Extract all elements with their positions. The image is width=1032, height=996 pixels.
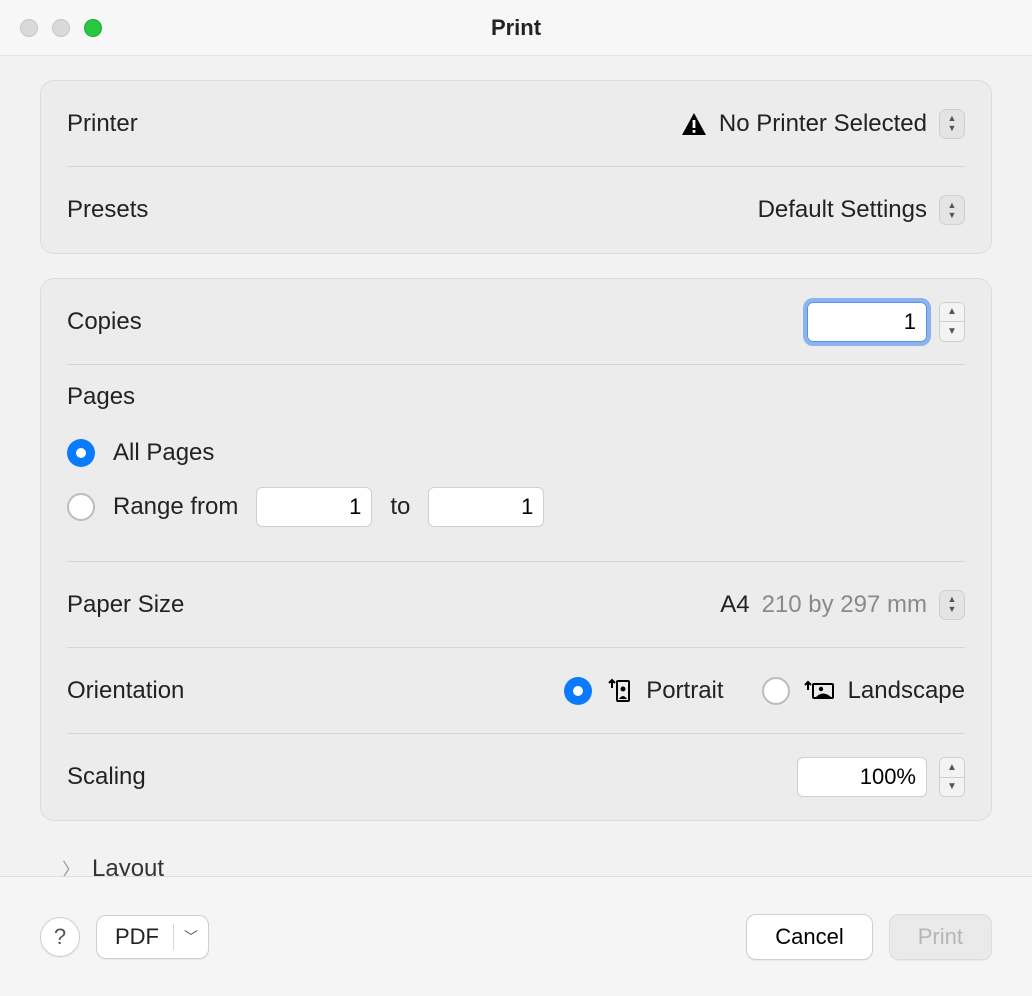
landscape-label: Landscape	[848, 677, 965, 705]
copies-label: Copies	[67, 308, 142, 336]
orientation-portrait-option[interactable]: Portrait	[564, 677, 723, 705]
range-start-input[interactable]	[256, 487, 372, 527]
printer-row: Printer No Printer Selected	[67, 81, 965, 167]
presets-label: Presets	[67, 196, 148, 224]
printer-label: Printer	[67, 110, 138, 138]
orientation-row: Orientation Portrait	[67, 648, 965, 734]
all-pages-label: All Pages	[113, 439, 214, 467]
range-to-label: to	[390, 493, 410, 521]
stepper-up-icon: ▲	[940, 303, 964, 323]
copies-row: Copies ▲ ▼	[67, 279, 965, 365]
radio-all-pages[interactable]	[67, 439, 95, 467]
range-end-input[interactable]	[428, 487, 544, 527]
paper-size-row: Paper Size A4 210 by 297 mm	[67, 562, 965, 648]
options-panel: Copies ▲ ▼ Pages All Pages Range from to	[40, 278, 992, 821]
pages-range-row[interactable]: Range from to	[67, 477, 965, 537]
range-from-label: Range from	[113, 493, 238, 521]
warning-icon	[681, 112, 707, 136]
close-window-button[interactable]	[20, 19, 38, 37]
updown-icon	[939, 195, 965, 225]
scaling-label: Scaling	[67, 763, 146, 791]
copies-input[interactable]	[807, 302, 927, 342]
scaling-stepper[interactable]: ▲ ▼	[939, 757, 965, 797]
presets-row: Presets Default Settings	[67, 167, 965, 253]
stepper-down-icon: ▼	[940, 778, 964, 797]
print-button[interactable]: Print	[889, 914, 992, 960]
divider	[173, 924, 174, 950]
portrait-icon	[606, 678, 632, 704]
chevron-down-icon: ﹀	[184, 927, 198, 947]
cancel-button[interactable]: Cancel	[746, 914, 872, 960]
pages-title: Pages	[67, 383, 965, 411]
minimize-window-button[interactable]	[52, 19, 70, 37]
paper-size-dimensions: 210 by 297 mm	[762, 591, 927, 619]
landscape-icon	[804, 678, 834, 704]
scaling-input[interactable]	[797, 757, 927, 797]
zoom-window-button[interactable]	[84, 19, 102, 37]
radio-landscape[interactable]	[762, 677, 790, 705]
presets-value: Default Settings	[758, 196, 927, 224]
pdf-label: PDF	[115, 924, 159, 950]
stepper-up-icon: ▲	[940, 758, 964, 778]
stepper-down-icon: ▼	[940, 322, 964, 341]
printer-presets-panel: Printer No Printer Selected Presets Defa…	[40, 80, 992, 254]
updown-icon	[939, 590, 965, 620]
pages-group: Pages All Pages Range from to	[67, 365, 965, 562]
orientation-label: Orientation	[67, 677, 184, 705]
printer-value: No Printer Selected	[719, 110, 927, 138]
window-controls	[20, 19, 102, 37]
portrait-label: Portrait	[646, 677, 723, 705]
help-button[interactable]: ?	[40, 917, 80, 957]
updown-icon	[939, 109, 965, 139]
pdf-menu-button[interactable]: PDF ﹀	[96, 915, 209, 959]
paper-size-select[interactable]: A4 210 by 297 mm	[720, 590, 965, 620]
radio-page-range[interactable]	[67, 493, 95, 521]
paper-size-value: A4	[720, 591, 749, 619]
pages-all-row[interactable]: All Pages	[67, 429, 965, 477]
presets-select[interactable]: Default Settings	[758, 195, 965, 225]
dialog-footer: ? PDF ﹀ Cancel Print	[0, 876, 1032, 996]
orientation-landscape-option[interactable]: Landscape	[762, 677, 965, 705]
radio-portrait[interactable]	[564, 677, 592, 705]
scaling-row: Scaling ▲ ▼	[67, 734, 965, 820]
window-title: Print	[491, 15, 541, 41]
copies-stepper[interactable]: ▲ ▼	[939, 302, 965, 342]
title-bar: Print	[0, 0, 1032, 56]
paper-size-label: Paper Size	[67, 591, 184, 619]
printer-select[interactable]: No Printer Selected	[681, 109, 965, 139]
